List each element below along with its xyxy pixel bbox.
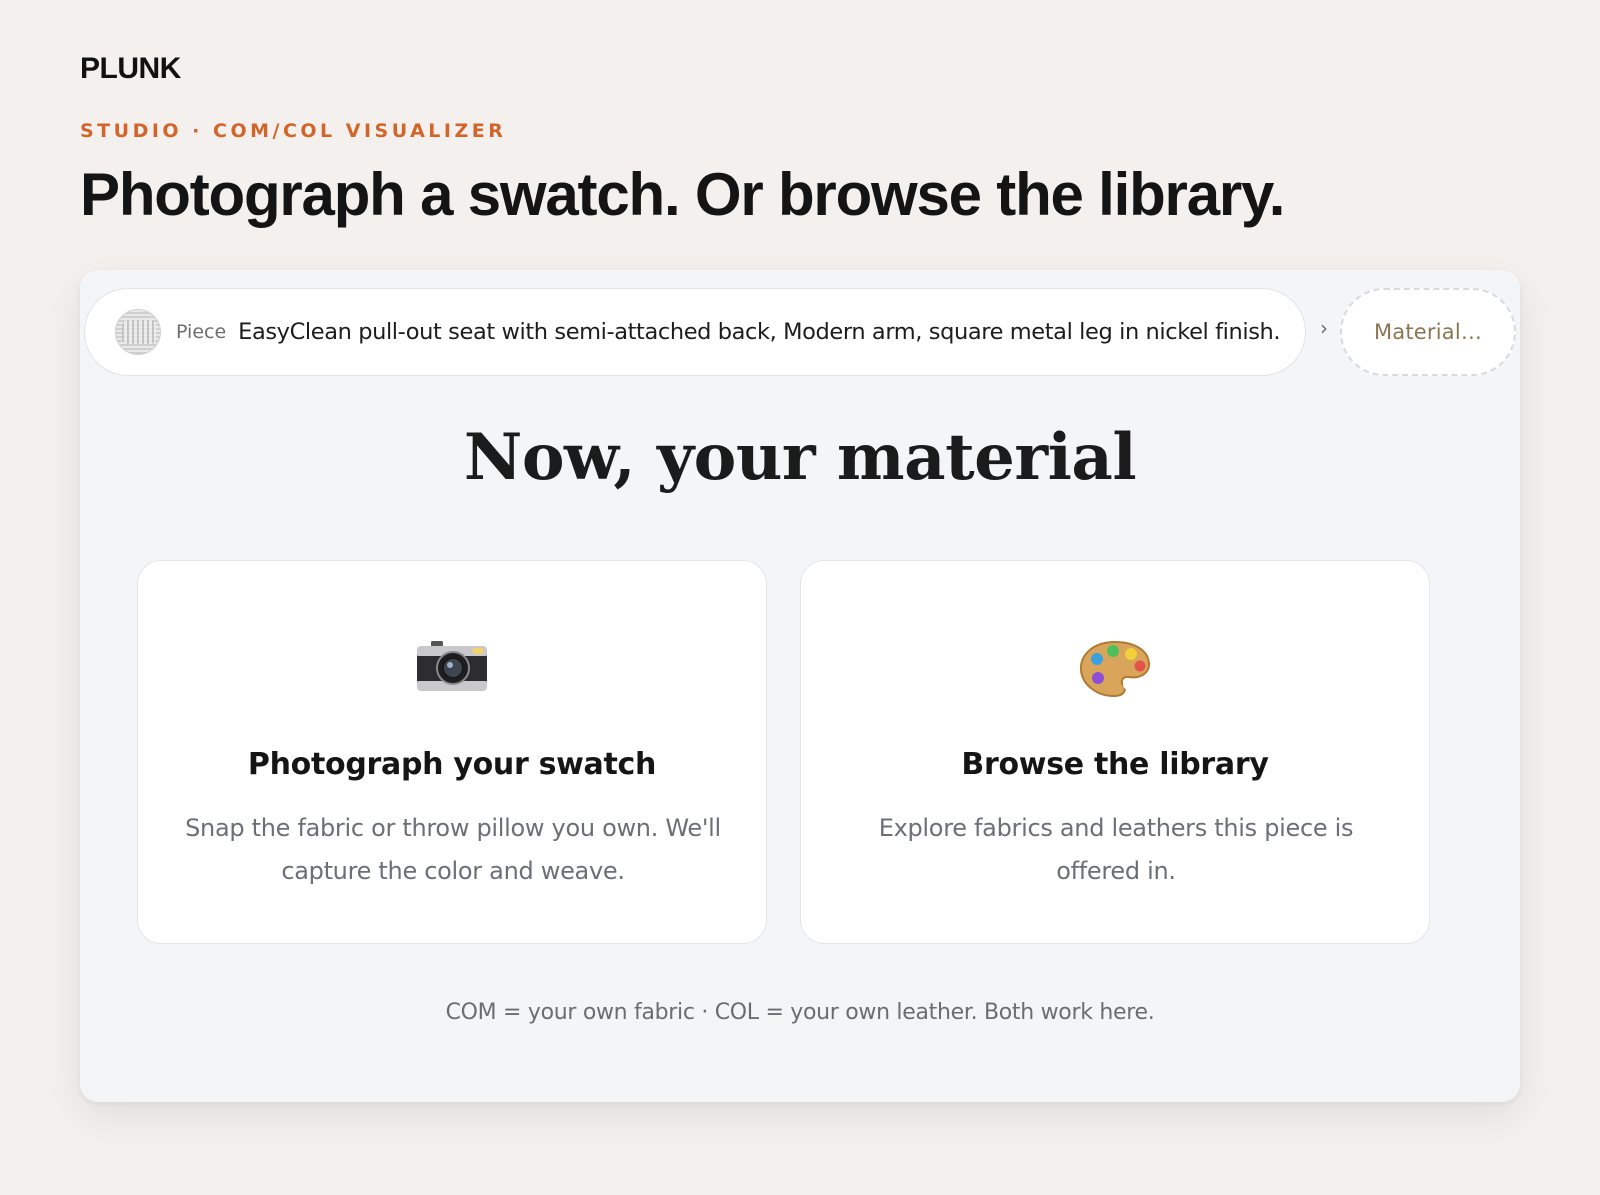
section-title: Now, your material [463,420,1137,495]
photograph-swatch-card[interactable]: Photograph your swatch Snap the fabric o… [137,560,767,944]
breadcrumb-piece[interactable]: Piece EasyClean pull-out seat with semi-… [84,288,1306,376]
breadcrumb-material[interactable]: Material… [1340,288,1516,376]
palette-icon [801,639,1429,699]
page-title: Photograph a swatch. Or browse the libra… [80,161,1285,228]
chevron-right-icon: › [1320,316,1328,340]
piece-thumbnail [115,309,161,355]
eyebrow-label: STUDIO · COM/COL VISUALIZER [80,120,507,142]
brand-logo[interactable]: PLUNK [80,52,181,86]
piece-description: EasyClean pull-out seat with semi-attach… [238,319,1281,345]
card-description: Snap the fabric or throw pillow you own.… [185,814,721,885]
card-description: Explore fabrics and leathers this piece … [878,814,1354,885]
material-picker-panel: Piece EasyClean pull-out seat with semi-… [80,270,1520,1102]
piece-label: Piece [176,321,227,343]
footnote: COM = your own fabric · COL = your own l… [445,1000,1155,1025]
card-title: Browse the library [961,747,1269,782]
card-title: Photograph your swatch [247,747,657,782]
browse-library-card[interactable]: Browse the library Explore fabrics and l… [800,560,1430,944]
camera-icon [138,639,766,693]
